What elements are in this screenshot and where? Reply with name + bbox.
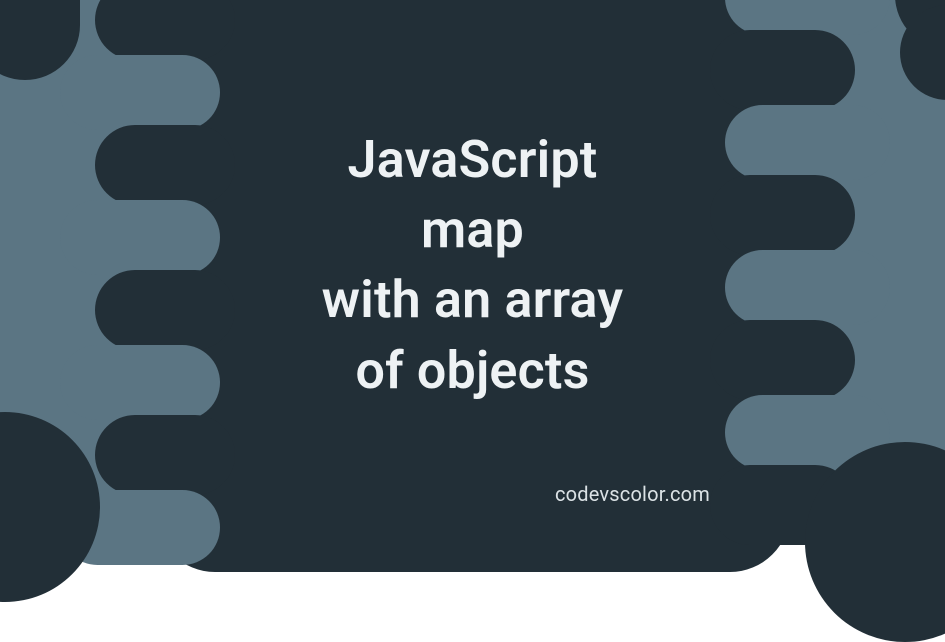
dark-bump [95, 415, 235, 495]
title-line-4: of objects [193, 336, 753, 406]
title-line-1: JavaScript [193, 125, 753, 195]
title-line-3: with an array [193, 265, 753, 335]
thumbnail-canvas: JavaScript map with an array of objects … [0, 0, 945, 532]
dark-bump [710, 30, 855, 110]
title-line-2: map [193, 195, 753, 265]
title-text: JavaScript map with an array of objects [193, 125, 753, 406]
footer-link-text: codevscolor.com [555, 482, 710, 506]
dark-bump [95, 0, 235, 60]
dark-decor-blob [0, 412, 100, 602]
light-notch [60, 55, 220, 130]
